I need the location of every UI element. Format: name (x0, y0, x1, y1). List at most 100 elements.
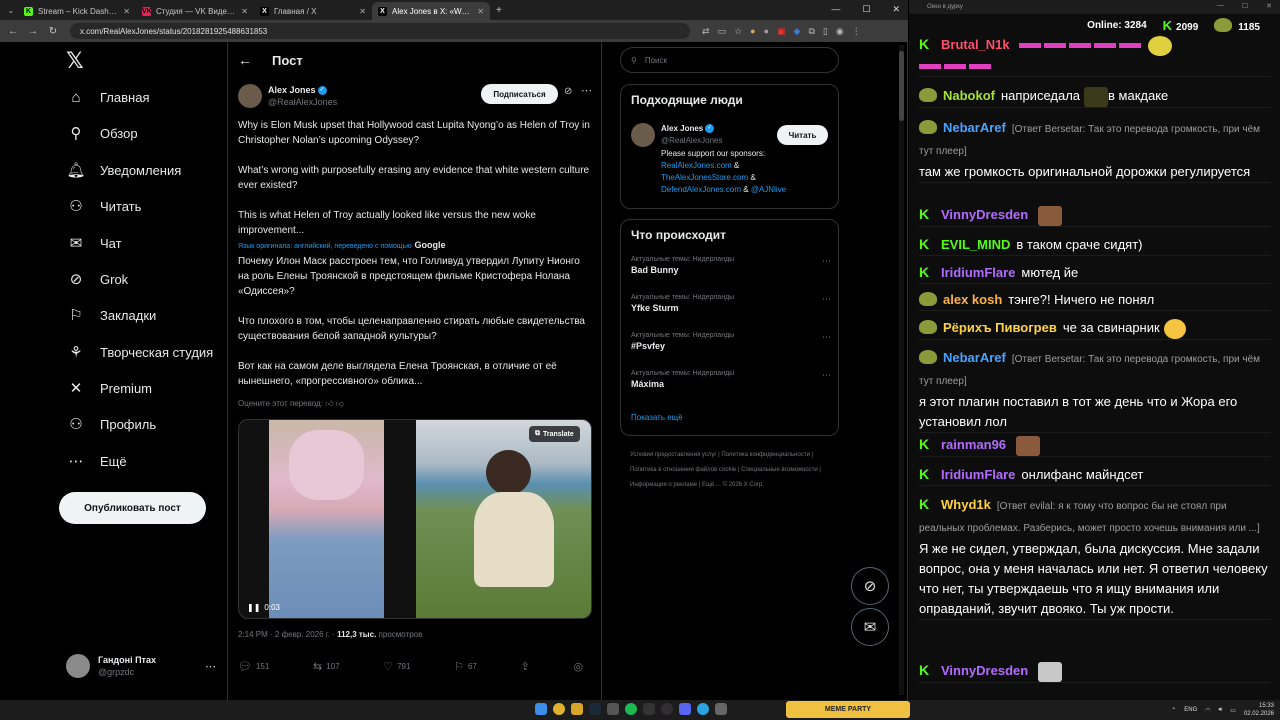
language-indicator[interactable]: ENG (1184, 707, 1197, 713)
more-icon[interactable]: ⋯ (822, 256, 831, 267)
chat-username[interactable]: VinnyDresden (941, 663, 1028, 678)
menu-icon[interactable]: ⋮ (852, 26, 861, 37)
trend-item[interactable]: Актуальные темы: Нидерланды #Psvfey ⋯ (631, 332, 831, 351)
reload-icon[interactable]: ↻ (46, 26, 60, 37)
trend-item[interactable]: Актуальные темы: Нидерланды Yfke Sturm ⋯ (631, 294, 831, 313)
x-logo-icon[interactable]: 𝕏 (66, 48, 84, 74)
app-icon[interactable] (715, 703, 727, 715)
post-time[interactable]: 2:14 PM · 2 февр. 2026 г. · (238, 630, 335, 639)
author-avatar[interactable] (238, 84, 262, 108)
grok-icon[interactable]: ⊘ (564, 86, 572, 97)
chat-username[interactable]: rainman96 (941, 437, 1006, 452)
suggest-name[interactable]: Alex Jones (661, 124, 703, 133)
tab-menu-icon[interactable]: ⌄ (4, 6, 18, 15)
more-icon[interactable]: ⋯ (822, 370, 831, 381)
sponsor-link[interactable]: DefendAlexJones.com (661, 185, 741, 194)
more-icon[interactable]: ⋯ (205, 660, 216, 673)
more-icon[interactable]: ⋯ (822, 294, 831, 305)
bookmark-button[interactable]: ⚐ 67 (454, 660, 477, 673)
chrome-icon[interactable] (553, 703, 565, 715)
like-button[interactable]: ♡ 791 (383, 660, 410, 673)
thumbs-down-icon[interactable]: 👎︎ (336, 399, 344, 408)
extension-icon[interactable]: ◆ (794, 26, 801, 37)
puzzle-icon[interactable]: ⧉ (808, 26, 814, 37)
meme-party-widget[interactable]: MEME PARTY (786, 701, 910, 718)
cast-icon[interactable]: ▭ (718, 26, 727, 37)
translate-button[interactable]: ⧉ Translate (529, 426, 580, 442)
browser-tab[interactable]: VK Студия — VK Видео Live ✕ (136, 2, 254, 20)
back-arrow-icon[interactable]: ← (238, 52, 252, 68)
reply-button[interactable]: 💬︎ 151 (238, 660, 269, 673)
footer-links[interactable]: Условия предоставления услуг | Политика … (630, 448, 835, 493)
nav-item[interactable]: ⚲ Обзор (66, 123, 138, 143)
nav-item[interactable]: ✉ Чат (66, 233, 122, 253)
maximize-icon[interactable]: ☐ (862, 4, 870, 15)
chat-username[interactable]: NebarAref (943, 350, 1006, 365)
suggest-avatar[interactable] (631, 123, 655, 147)
chat-username[interactable]: IridiumFlare (941, 467, 1015, 482)
pause-icon[interactable]: ❚❚ (247, 603, 260, 612)
nav-item[interactable]: ⚐ Закладки (66, 305, 156, 325)
chevron-up-icon[interactable]: ⌃ (1171, 707, 1176, 714)
sponsor-link[interactable]: @AJNlive (751, 185, 786, 194)
post-author[interactable]: Alex Jones ✓ @RealAlexJones (238, 84, 337, 108)
chat-username[interactable]: alex kosh (943, 292, 1002, 307)
tab-close-icon[interactable]: ✕ (359, 7, 366, 16)
battery-icon[interactable]: ▭ (1230, 707, 1236, 714)
show-more-link[interactable]: Показать ещё (631, 413, 683, 422)
author-name[interactable]: Alex Jones (268, 85, 316, 95)
scrollbar[interactable] (899, 45, 904, 695)
publish-post-button[interactable]: Опубликовать пост (59, 492, 206, 524)
follow-button[interactable]: Читать (777, 125, 828, 145)
chat-username[interactable]: Рёрихъ Пивогрев (943, 320, 1057, 335)
messages-fab-icon[interactable]: ✉ (851, 608, 889, 646)
extension-icon[interactable]: ▣ (777, 26, 786, 37)
chat-username[interactable]: Whyd1k (941, 497, 991, 512)
tab-close-icon[interactable]: ✕ (477, 7, 484, 16)
url-input[interactable]: x.com/RealAlexJones/status/2018281925488… (70, 23, 690, 39)
app-icon[interactable] (607, 703, 619, 715)
start-icon[interactable] (535, 703, 547, 715)
minimize-icon[interactable]: — (1217, 2, 1224, 10)
subscribe-button[interactable]: Подписаться (481, 84, 558, 104)
forward-icon[interactable]: → (26, 26, 40, 37)
new-tab-button[interactable]: + (496, 5, 502, 16)
extension-icon[interactable]: ● (764, 26, 769, 37)
trend-item[interactable]: Актуальные темы: Нидерланды Máxima ⋯ (631, 370, 831, 389)
extension-icon[interactable]: ● (750, 26, 755, 37)
browser-tab[interactable]: X Главная / X ✕ (254, 2, 372, 20)
more-icon[interactable]: ⋯ (822, 332, 831, 343)
share-button[interactable]: ⇪ (520, 660, 529, 673)
chat-username[interactable]: Brutal_N1k (941, 37, 1010, 52)
repost-button[interactable]: ⇆ 107 (313, 660, 340, 673)
sponsor-link[interactable]: RealAlexJones.com (661, 161, 732, 170)
telegram-icon[interactable] (697, 703, 709, 715)
tab-close-icon[interactable]: ✕ (123, 7, 130, 16)
translate-icon[interactable]: ⇄ (702, 26, 710, 37)
chat-username[interactable]: IridiumFlare (941, 265, 1015, 280)
translate-globe-button[interactable]: ◎ (573, 660, 583, 673)
tab-close-icon[interactable]: ✕ (241, 7, 248, 16)
volume-icon[interactable]: 🔊︎ (1219, 707, 1223, 714)
profile-icon[interactable]: ◉ (836, 26, 844, 37)
close-icon[interactable]: ✕ (892, 4, 900, 15)
nav-item[interactable]: ⊘ Grok (66, 269, 128, 289)
nav-item[interactable]: ⚘ Творческая студия (66, 342, 213, 362)
app-icon[interactable] (679, 703, 691, 715)
post-video[interactable]: ⧉ Translate ❚❚ 0:03 (238, 419, 592, 619)
obs-icon[interactable] (661, 703, 673, 715)
spotify-icon[interactable] (625, 703, 637, 715)
clock[interactable]: 15:33 02.02.2026 (1244, 702, 1274, 718)
nav-item[interactable]: ⌂ Главная (66, 87, 149, 107)
sponsor-link[interactable]: TheAlexJonesStore.com (661, 173, 748, 182)
chat-username[interactable]: NebarAref (943, 120, 1006, 135)
chat-username[interactable]: Nabokof (943, 88, 995, 103)
search-input[interactable]: ⚲ Поиск (620, 47, 839, 73)
explorer-icon[interactable] (571, 703, 583, 715)
more-options-icon[interactable]: ⋯ (581, 84, 592, 97)
app-icon[interactable] (643, 703, 655, 715)
sidebar-icon[interactable]: ▯ (823, 26, 828, 37)
close-icon[interactable]: ✕ (1266, 2, 1272, 10)
nav-item[interactable]: 🔔︎ Уведомления (66, 160, 181, 180)
author-handle[interactable]: @RealAlexJones (268, 96, 337, 108)
